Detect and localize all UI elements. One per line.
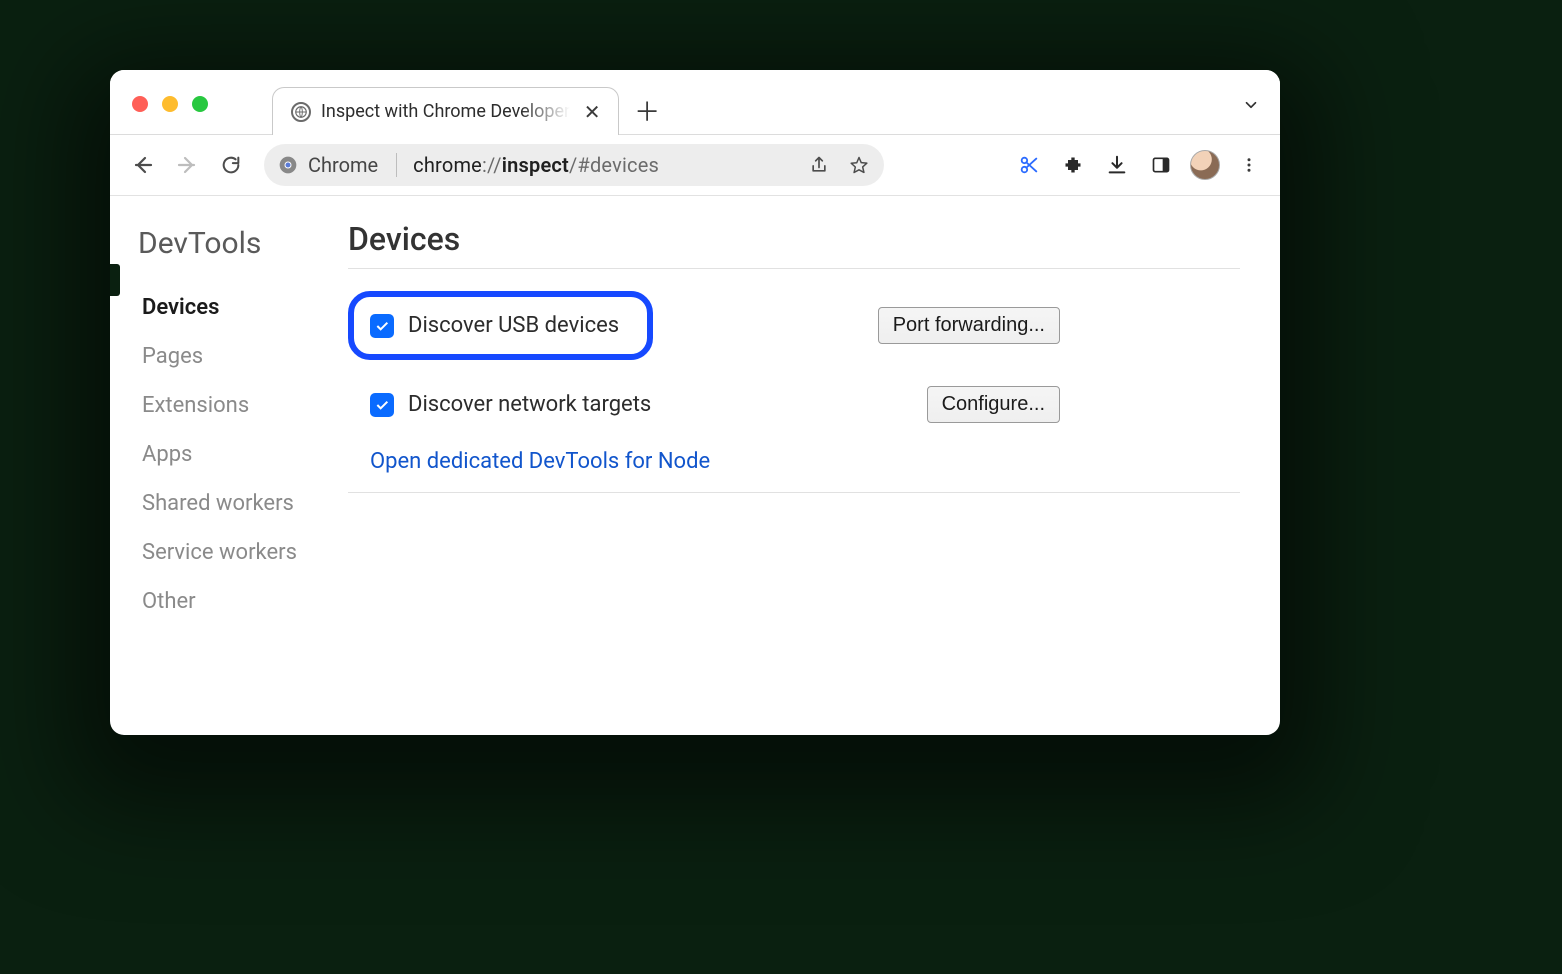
- option-discover-usb: Discover USB devices: [348, 291, 653, 360]
- port-forwarding-button[interactable]: Port forwarding...: [878, 307, 1060, 344]
- tab-close-button[interactable]: ✕: [580, 100, 604, 124]
- bookmark-star-icon[interactable]: [844, 150, 874, 180]
- option-row-network: Discover network targets Configure...: [348, 386, 1240, 423]
- tab-title: Inspect with Chrome Developer: [321, 101, 570, 122]
- forward-button[interactable]: [170, 148, 204, 182]
- option-discover-network: Discover network targets: [348, 392, 651, 417]
- extensions-icon[interactable]: [1058, 150, 1088, 180]
- divider: [348, 268, 1240, 269]
- browser-window: Inspect with Chrome Developer ✕ ＋ Chrome: [110, 70, 1280, 735]
- configure-button[interactable]: Configure...: [927, 386, 1060, 423]
- page-heading: Devices: [348, 220, 1240, 258]
- tabs-dropdown-button[interactable]: [1236, 90, 1266, 120]
- side-panel-icon[interactable]: [1146, 150, 1176, 180]
- sidebar-item-extensions[interactable]: Extensions: [138, 381, 332, 430]
- window-close-button[interactable]: [132, 96, 148, 112]
- toolbar: Chrome chrome://inspect/#devices: [110, 134, 1280, 196]
- address-bar[interactable]: Chrome chrome://inspect/#devices: [264, 144, 884, 186]
- chrome-icon: [278, 155, 298, 175]
- active-nav-indicator: [110, 264, 120, 296]
- sidebar-item-apps[interactable]: Apps: [138, 430, 332, 479]
- label-discover-network: Discover network targets: [408, 392, 651, 417]
- option-row-usb: Discover USB devices Port forwarding...: [348, 291, 1240, 360]
- share-icon[interactable]: [804, 150, 834, 180]
- globe-icon: [291, 102, 311, 122]
- label-discover-usb: Discover USB devices: [408, 313, 619, 338]
- checkbox-discover-network[interactable]: [370, 393, 394, 417]
- chip-separator: [396, 153, 397, 177]
- browser-tab[interactable]: Inspect with Chrome Developer ✕: [272, 87, 619, 135]
- url-text: chrome://inspect/#devices: [413, 153, 659, 177]
- window-controls: [132, 96, 208, 112]
- titlebar: Inspect with Chrome Developer ✕ ＋: [110, 70, 1280, 134]
- page-content: DevTools Devices Pages Extensions Apps S…: [110, 196, 1280, 735]
- open-node-devtools-link[interactable]: Open dedicated DevTools for Node: [370, 449, 710, 474]
- sidebar-item-pages[interactable]: Pages: [138, 332, 332, 381]
- url-chip-label: Chrome: [308, 153, 378, 177]
- tab-strip: Inspect with Chrome Developer ✕ ＋: [272, 70, 667, 134]
- checkbox-discover-usb[interactable]: [370, 314, 394, 338]
- menu-icon[interactable]: [1234, 150, 1264, 180]
- main-panel: Devices Discover USB devices Port forwar…: [340, 196, 1280, 735]
- scissors-icon[interactable]: [1014, 150, 1044, 180]
- window-minimize-button[interactable]: [162, 96, 178, 112]
- profile-avatar[interactable]: [1190, 150, 1220, 180]
- sidebar-brand: DevTools: [138, 226, 332, 261]
- sidebar-item-shared-workers[interactable]: Shared workers: [138, 479, 332, 528]
- back-button[interactable]: [126, 148, 160, 182]
- sidebar-menu: Devices Pages Extensions Apps Shared wor…: [138, 283, 332, 626]
- sidebar-item-service-workers[interactable]: Service workers: [138, 528, 332, 577]
- sidebar-item-devices[interactable]: Devices: [138, 283, 332, 332]
- new-tab-button[interactable]: ＋: [627, 90, 667, 130]
- toolbar-right: [1014, 150, 1264, 180]
- sidebar-item-other[interactable]: Other: [138, 577, 332, 626]
- divider: [348, 492, 1240, 493]
- downloads-icon[interactable]: [1102, 150, 1132, 180]
- sidebar: DevTools Devices Pages Extensions Apps S…: [120, 196, 340, 735]
- window-fullscreen-button[interactable]: [192, 96, 208, 112]
- reload-button[interactable]: [214, 148, 248, 182]
